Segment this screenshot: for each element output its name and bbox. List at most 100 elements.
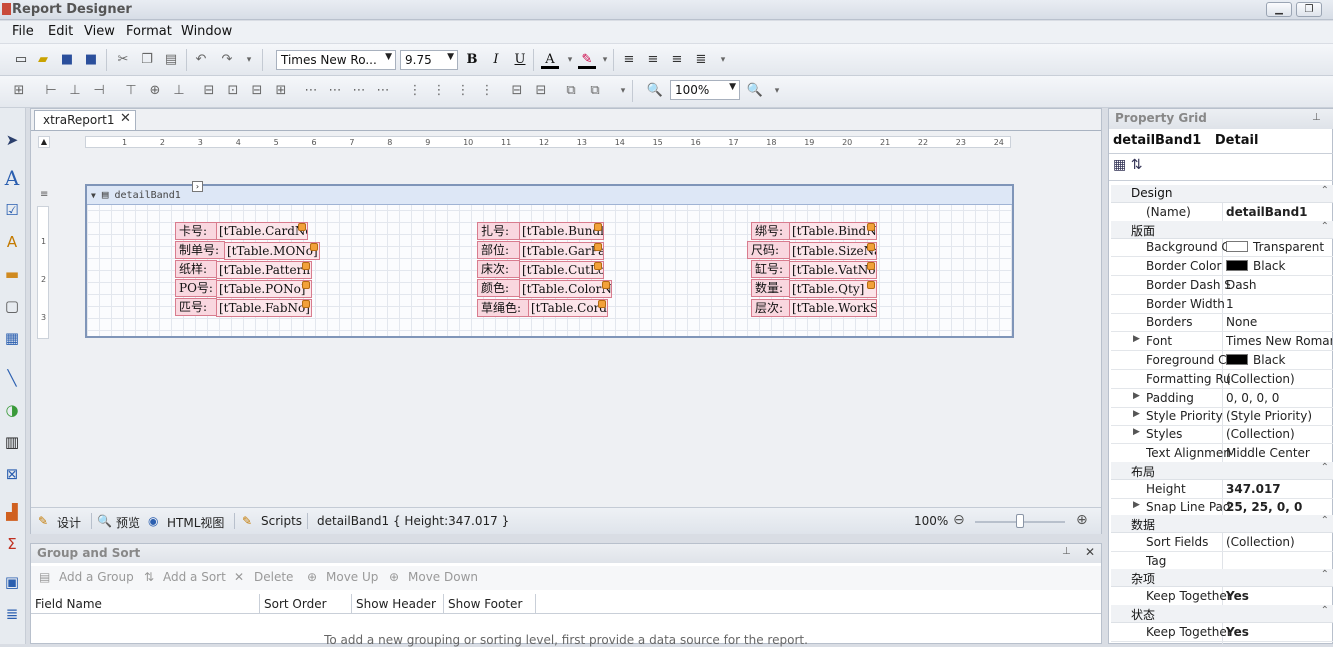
collapse-icon[interactable]: ⌃ — [1321, 185, 1329, 196]
cut-icon[interactable]: ✂ — [114, 51, 132, 69]
band-expander-icon[interactable]: ≡ — [40, 189, 48, 200]
center-vertically-icon[interactable]: ⊟ — [532, 82, 550, 100]
detail-band-header[interactable]: ▼ ▤ detailBand1 — [87, 186, 1012, 205]
table-tool-icon[interactable]: ▦ — [1, 326, 23, 350]
delete-button[interactable]: Delete — [254, 570, 293, 584]
menu-format[interactable]: Format — [126, 24, 172, 39]
save-icon[interactable]: ■ — [58, 51, 76, 69]
h-spacing-decrease-icon[interactable]: ⋯ — [350, 82, 368, 100]
selected-object[interactable]: detailBand1 Detail — [1113, 133, 1258, 148]
expand-icon[interactable]: ▶ — [1133, 391, 1140, 401]
redo-dropdown-icon[interactable]: ▾ — [240, 51, 258, 69]
close-tab-icon[interactable]: ✕ — [120, 111, 131, 126]
field-bundle-no[interactable]: [tTable.BundleNo] — [519, 222, 604, 240]
prop-keep-together-state[interactable]: Keep Together Yes — [1111, 623, 1333, 642]
save-all-icon[interactable]: ■ — [82, 51, 100, 69]
label-pattern[interactable]: 纸样: — [175, 260, 217, 278]
pin-icon[interactable]: ⊥ — [1312, 112, 1321, 123]
align-to-grid-icon[interactable]: ⊞ — [10, 82, 28, 100]
prop-text-alignment[interactable]: Text Alignment Middle Center — [1111, 444, 1333, 463]
label-gar-part[interactable]: 部位: — [477, 241, 520, 259]
align-bottoms-icon[interactable]: ⊥ — [170, 82, 188, 100]
v-spacing-increase-icon[interactable]: ⋮ — [430, 82, 448, 100]
tab-scripts[interactable]: Scripts — [261, 514, 302, 528]
tab-design[interactable]: 设计 — [57, 514, 81, 531]
label-card-no[interactable]: 卡号: — [175, 222, 217, 240]
prop-foreground-color[interactable]: Foreground Color Black — [1111, 351, 1333, 370]
collapse-icon[interactable]: ▼ — [91, 191, 96, 200]
label-bind-no[interactable]: 绑号: — [751, 222, 790, 240]
prop-value[interactable]: (Collection) — [1226, 535, 1332, 549]
label-qty[interactable]: 数量: — [751, 279, 790, 297]
category-misc[interactable]: 杂项 ⌃ — [1111, 569, 1333, 587]
category-state[interactable]: 状态 ⌃ — [1111, 605, 1333, 623]
prop-styles[interactable]: ▶ Styles (Collection) — [1111, 425, 1333, 444]
zoom-overflow-icon[interactable]: ▾ — [768, 82, 786, 100]
prop-font[interactable]: ▶ Font Times New Roman, 9.75pt — [1111, 332, 1333, 351]
field-po-no[interactable]: [tTable.PONo] — [216, 280, 312, 298]
label-tool-icon[interactable]: A — [1, 166, 23, 190]
prop-value[interactable]: detailBand1 — [1226, 205, 1332, 219]
prop-value[interactable]: Dash — [1226, 278, 1332, 292]
v-spacing-equal-icon[interactable]: ⋮ — [406, 82, 424, 100]
panel-tool-icon[interactable]: ▢ — [1, 294, 23, 318]
label-fab-no[interactable]: 匹号: — [175, 298, 217, 316]
font-name-combo[interactable]: Times New Ro... ▼ — [276, 50, 396, 70]
prop-value[interactable]: 0, 0, 0, 0 — [1226, 391, 1332, 405]
label-mo-no[interactable]: 制单号: — [175, 241, 225, 259]
undo-icon[interactable]: ↶ — [192, 51, 210, 69]
prop-border-dash-style[interactable]: Border Dash StyleDash — [1111, 276, 1333, 295]
zoom-out-icon[interactable]: ⊖ — [953, 512, 965, 528]
field-work-seq[interactable]: [tTable.WorkSeq] — [789, 299, 877, 317]
category-bujv[interactable]: 布局 ⌃ — [1111, 462, 1333, 480]
field-size[interactable]: [tTable.SizeName] — [789, 242, 877, 260]
label-vat-no[interactable]: 缸号: — [751, 260, 790, 278]
h-spacing-equal-icon[interactable]: ⋯ — [302, 82, 320, 100]
prop-value[interactable]: Times New Roman, 9.75pt — [1226, 334, 1332, 348]
prop-borders[interactable]: Borders None — [1111, 313, 1333, 332]
prop-value[interactable]: 1 — [1226, 297, 1332, 311]
menu-edit[interactable]: Edit — [48, 24, 73, 39]
prop-value[interactable]: Transparent — [1226, 240, 1332, 254]
prop-value[interactable]: Middle Center — [1226, 446, 1332, 460]
zoom-in-icon[interactable]: ⊕ — [1076, 512, 1088, 528]
size-to-grid-icon[interactable]: ⊡ — [224, 82, 242, 100]
prop-keep-together[interactable]: Keep Together Yes — [1111, 587, 1333, 606]
field-vat-no[interactable]: [tTable.VatNo] — [789, 261, 877, 279]
col-show-header[interactable]: Show Header — [352, 594, 444, 614]
collapse-icon[interactable]: ⌃ — [1321, 569, 1329, 580]
field-bind-no[interactable]: [tTable.BindNo] — [789, 222, 877, 240]
make-same-size-icon[interactable]: ⊞ — [272, 82, 290, 100]
picture-tool-icon[interactable]: ▬ — [1, 262, 23, 286]
field-color[interactable]: [tTable.ColorName] — [519, 280, 612, 298]
highlight-dropdown-icon[interactable]: ▾ — [596, 51, 614, 69]
prop-formatting-rules[interactable]: Formatting Rules(Collection) — [1111, 370, 1333, 389]
prop-value[interactable]: Black — [1226, 259, 1332, 273]
toolbar-overflow-icon[interactable]: ▾ — [714, 51, 732, 69]
prop-value[interactable]: 347.017 — [1226, 482, 1332, 496]
prop-background-color[interactable]: Background Color Transparent — [1111, 238, 1333, 257]
prop-height[interactable]: Height 347.017 — [1111, 480, 1333, 499]
label-color[interactable]: 颜色: — [477, 279, 520, 297]
center-horizontally-icon[interactable]: ⊟ — [508, 82, 526, 100]
alphabetical-icon[interactable]: ⇅ — [1131, 157, 1143, 173]
layout-overflow-icon[interactable]: ▾ — [614, 82, 632, 100]
field-card-no[interactable]: [tTable.CardNo] — [216, 222, 308, 240]
field-fab-no[interactable]: [tTable.FabNo] — [216, 299, 312, 317]
category-data[interactable]: 数据 ⌃ — [1111, 515, 1333, 533]
v-spacing-decrease-icon[interactable]: ⋮ — [454, 82, 472, 100]
close-icon[interactable]: ✕ — [1085, 545, 1095, 559]
tab-preview[interactable]: 预览 — [116, 514, 140, 531]
smart-tag-icon[interactable]: › — [192, 181, 203, 192]
field-cut-lot[interactable]: [tTable.CutLotNo] — [519, 261, 604, 279]
zoom-in-icon[interactable]: 🔍 — [746, 82, 764, 100]
align-middles-icon[interactable]: ⊕ — [146, 82, 164, 100]
menu-view[interactable]: View — [84, 24, 115, 39]
collapse-icon[interactable]: ⌃ — [1321, 605, 1329, 616]
align-rights-icon[interactable]: ⊣ — [90, 82, 108, 100]
expand-icon[interactable]: ▶ — [1133, 334, 1140, 344]
label-po-no[interactable]: PO号: — [175, 279, 217, 297]
label-cord-color[interactable]: 草绳色: — [477, 299, 529, 317]
zipcode-tool-icon[interactable]: ⊠ — [1, 462, 23, 486]
sum-tool-icon[interactable]: Σ — [1, 532, 23, 556]
